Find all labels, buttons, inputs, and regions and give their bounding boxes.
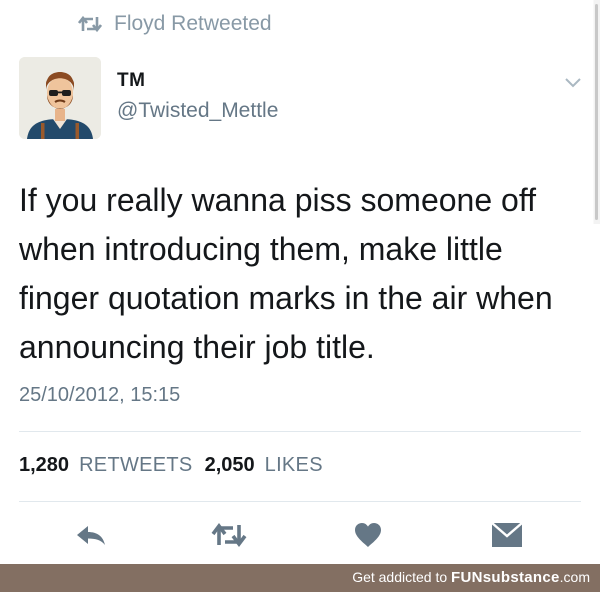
scrollbar[interactable] bbox=[588, 0, 600, 224]
bearded-man-avatar bbox=[19, 57, 101, 139]
retweets-count[interactable]: 1,280 bbox=[19, 454, 69, 477]
envelope-icon bbox=[491, 521, 523, 553]
watermark-prefix: Get addicted to bbox=[352, 569, 452, 585]
tweet-text-line: If you really wanna piss someone off bbox=[19, 182, 537, 218]
tweet-stats: 1,280 RETWEETS 2,050 LIKES bbox=[19, 454, 323, 477]
retweet-icon bbox=[78, 15, 102, 33]
divider bbox=[19, 501, 581, 502]
avatar[interactable] bbox=[19, 57, 101, 139]
retweet-context-label[interactable]: Floyd Retweeted bbox=[114, 12, 272, 36]
chevron-down-icon[interactable] bbox=[563, 76, 583, 90]
watermark-text[interactable]: Get addicted to FUNsubstance.com bbox=[352, 569, 590, 586]
watermark-footer: Get addicted to FUNsubstance.com bbox=[0, 564, 600, 592]
tweet-text-line: when introducing them, make little bbox=[19, 231, 503, 267]
retweet-button[interactable] bbox=[211, 520, 247, 554]
tweet-text: If you really wanna piss someone off whe… bbox=[19, 176, 579, 372]
divider bbox=[19, 431, 581, 432]
watermark-suffix: .com bbox=[559, 569, 590, 585]
likes-count[interactable]: 2,050 bbox=[205, 454, 255, 477]
heart-icon bbox=[354, 522, 382, 553]
author-handle[interactable]: @Twisted_Mettle bbox=[117, 99, 278, 123]
like-button[interactable] bbox=[351, 520, 385, 554]
likes-label[interactable]: LIKES bbox=[265, 454, 323, 477]
reply-icon bbox=[75, 523, 107, 552]
reply-button[interactable] bbox=[74, 520, 108, 554]
watermark-brand: FUNsubstance bbox=[451, 569, 560, 586]
retweet-context: Floyd Retweeted bbox=[78, 12, 272, 36]
author-name[interactable]: TM bbox=[117, 70, 145, 92]
direct-message-button[interactable] bbox=[490, 520, 524, 554]
tweet-timestamp[interactable]: 25/10/2012, 15:15 bbox=[19, 384, 180, 407]
retweets-label[interactable]: RETWEETS bbox=[79, 454, 193, 477]
retweet-icon bbox=[211, 522, 247, 553]
tweet-text-line: announcing their job title. bbox=[19, 329, 375, 365]
tweet-text-line: finger quotation marks in the air when bbox=[19, 280, 553, 316]
